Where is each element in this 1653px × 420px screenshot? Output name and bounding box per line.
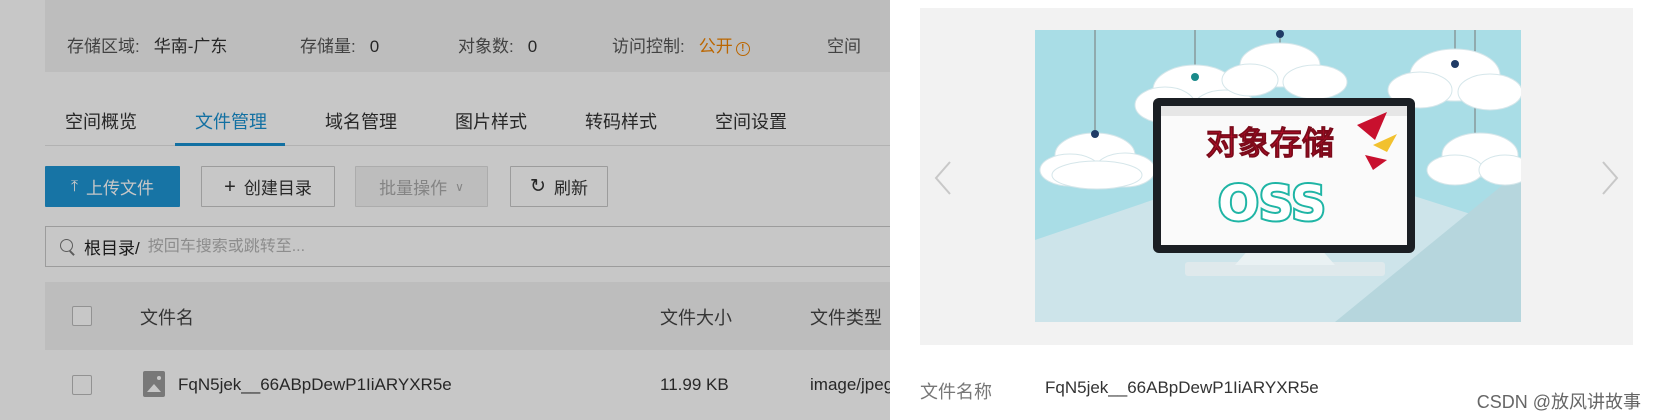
refresh-label: 刷新 [553, 179, 588, 198]
active-tab-indicator [175, 143, 285, 146]
access-label: 访问控制: [612, 37, 685, 56]
tab-bar: 空间概览 文件管理 域名管理 图片样式 转码样式 空间设置 [45, 96, 890, 146]
create-directory-button[interactable]: + 创建目录 [201, 166, 335, 207]
tab-domain-management[interactable]: 域名管理 [325, 108, 397, 134]
chevron-left-icon[interactable] [932, 158, 954, 198]
refresh-button[interactable]: ↻ 刷新 [510, 166, 608, 207]
select-all-checkbox[interactable] [72, 306, 92, 326]
objects-info: 对象数: 0 [458, 32, 537, 57]
bucket-info-bar: 存储区域: 华南-广东 存储量: 0 对象数: 0 访问控制: 公开! 空间 [45, 0, 890, 72]
upload-file-button[interactable]: ⤒ 上传文件 [45, 166, 180, 207]
batch-operation-button[interactable]: 批量操作 ∨ [355, 166, 488, 207]
truncated-label: 空间 [827, 37, 861, 56]
svg-text:OSS: OSS [1218, 176, 1326, 232]
objects-value: 0 [527, 37, 538, 56]
truncated-info: 空间 [827, 32, 861, 57]
row-checkbox[interactable] [72, 375, 92, 395]
upload-file-label: 上传文件 [86, 179, 155, 198]
create-directory-label: 创建目录 [243, 179, 312, 198]
file-detail-drawer: 对象存储 OSS 文件名称 FqN5jek__66ABpDewP1IiARYXR… [890, 0, 1653, 420]
file-type-cell: image/jpeg [810, 375, 890, 394]
region-info: 存储区域: 华南-广东 [67, 32, 227, 57]
preview-image: 对象存储 OSS [1035, 30, 1521, 322]
column-header-size[interactable]: 文件大小 [660, 304, 732, 330]
region-label: 存储区域: [67, 37, 140, 56]
svg-text:对象存储: 对象存储 [1206, 124, 1334, 162]
image-file-icon [143, 371, 165, 397]
objects-label: 对象数: [458, 37, 514, 56]
search-icon [60, 238, 76, 255]
tab-transcode-styles[interactable]: 转码样式 [585, 108, 657, 134]
path-search-input[interactable] [147, 237, 748, 256]
storage-value: 0 [369, 37, 380, 56]
csdn-watermark: CSDN @放风讲故事 [1476, 392, 1641, 412]
batch-operation-label: 批量操作 [379, 179, 448, 198]
storage-label: 存储量: [300, 37, 356, 56]
file-name-value: FqN5jek__66ABpDewP1IiARYXR5e [1045, 378, 1319, 397]
plus-icon: + [224, 175, 236, 198]
access-info: 访问控制: 公开! [612, 32, 750, 57]
file-table-header: 文件名 文件大小 文件类型 [45, 282, 890, 350]
access-value: 公开 [698, 37, 733, 56]
chevron-right-icon[interactable] [1599, 158, 1621, 198]
tab-overview[interactable]: 空间概览 [65, 108, 137, 134]
file-size-cell: 11.99 KB [660, 375, 729, 394]
image-preview-area: 对象存储 OSS [920, 8, 1633, 345]
path-root[interactable]: 根目录/ [84, 234, 140, 259]
storage-info: 存储量: 0 [300, 32, 379, 57]
column-header-name[interactable]: 文件名 [140, 304, 194, 330]
upload-icon: ⤒ [70, 177, 79, 195]
refresh-icon: ↻ [530, 176, 546, 197]
column-header-type[interactable]: 文件类型 [810, 304, 882, 330]
warning-circle-icon[interactable]: ! [735, 42, 750, 56]
tab-image-styles[interactable]: 图片样式 [455, 108, 527, 134]
chevron-down-icon: ∨ [455, 179, 464, 194]
tab-space-settings[interactable]: 空间设置 [715, 108, 787, 134]
region-value: 华南-广东 [153, 37, 228, 56]
tab-file-management[interactable]: 文件管理 [195, 108, 267, 134]
file-name-label: 文件名称 [920, 382, 992, 402]
file-manager-page: 存储区域: 华南-广东 存储量: 0 对象数: 0 访问控制: 公开! 空间 空间概览 … [0, 0, 890, 420]
path-search-bar[interactable]: 根目录/ [45, 226, 890, 267]
file-name-cell[interactable]: FqN5jek__66ABpDewP1IiARYXR5e [178, 375, 452, 395]
table-row[interactable]: FqN5jek__66ABpDewP1IiARYXR5e 11.99 KB im… [45, 350, 890, 420]
